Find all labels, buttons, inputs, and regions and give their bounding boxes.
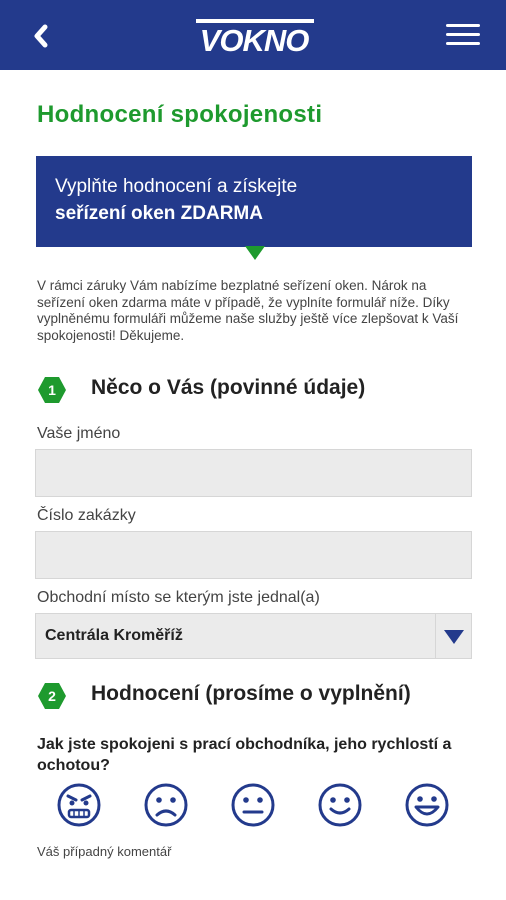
chevron-left-icon xyxy=(34,24,48,48)
order-number-label: Číslo zakázky xyxy=(37,507,136,524)
promo-line-1: Vyplňte hodnocení a získejte xyxy=(55,176,298,197)
branch-select-toggle[interactable] xyxy=(435,614,471,658)
sad-face-icon[interactable] xyxy=(143,782,189,828)
step-2-hexagon-icon: 2 xyxy=(37,681,67,711)
triangle-down-icon xyxy=(444,630,464,644)
branch-select[interactable]: Centrála Kroměříž xyxy=(35,613,472,659)
comment-label: Váš případný komentář xyxy=(37,844,172,859)
promo-banner: Vyplňte hodnocení a získejte seřízení ok… xyxy=(36,156,472,247)
name-label: Vaše jméno xyxy=(37,425,121,442)
branch-select-value: Centrála Kroměříž xyxy=(45,627,183,644)
intro-text: V rámci záruky Vám nabízíme bezplatné se… xyxy=(37,278,459,343)
back-button[interactable] xyxy=(28,20,58,52)
hamburger-menu-icon xyxy=(446,24,480,27)
name-input[interactable] xyxy=(35,449,472,497)
smile-face-icon[interactable] xyxy=(317,782,363,828)
section-1-title: Něco o Vás (povinné údaje) xyxy=(91,376,366,399)
branch-label: Obchodní místo se kterým jste jednal(a) xyxy=(37,589,320,606)
vokno-logo: VOKNO xyxy=(190,17,318,58)
logo-text: VOKNO xyxy=(200,23,310,55)
neutral-face-icon[interactable] xyxy=(230,782,276,828)
order-number-input[interactable] xyxy=(35,531,472,579)
promo-pointer-icon xyxy=(245,246,265,260)
happy-face-icon[interactable] xyxy=(404,782,450,828)
hamburger-menu-button[interactable] xyxy=(446,24,482,50)
rating-question: Jak jste spokojeni s prací obchodníka, j… xyxy=(37,736,452,774)
section-about-you: 1 Něco o Vás (povinné údaje) xyxy=(37,375,477,405)
section-rating: 2 Hodnocení (prosíme o vyplnění) xyxy=(37,681,477,711)
app-header: VOKNO xyxy=(0,0,506,70)
step-1-hexagon-icon: 1 xyxy=(37,375,67,405)
page-title: Hodnocení spokojenosti xyxy=(37,101,323,128)
section-2-title: Hodnocení (prosíme o vyplnění) xyxy=(91,682,411,705)
promo-line-2: seřízení oken ZDARMA xyxy=(55,203,263,224)
angry-face-icon[interactable] xyxy=(56,782,102,828)
